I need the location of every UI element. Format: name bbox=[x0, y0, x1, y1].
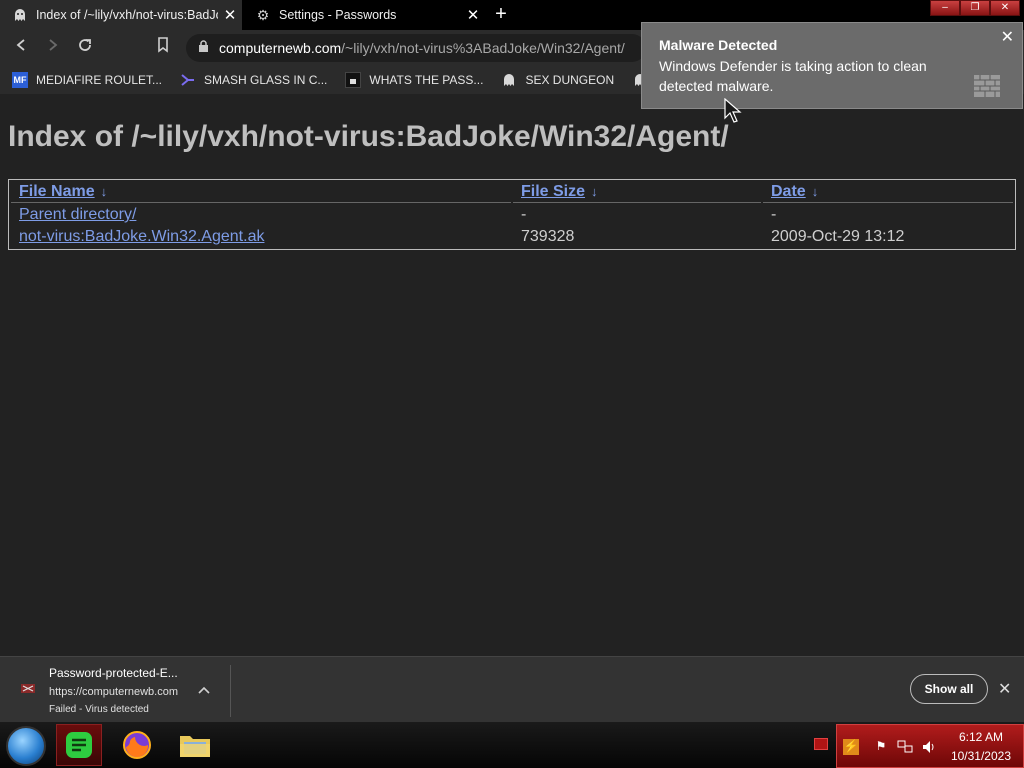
bookmark-label: WHATS THE PASS... bbox=[369, 73, 484, 87]
bookmark-item[interactable]: SMASH GLASS IN C... bbox=[180, 72, 327, 88]
file-size-cell: - bbox=[521, 206, 527, 223]
back-icon[interactable] bbox=[10, 37, 32, 59]
action-center-flag-icon[interactable]: ⚑ bbox=[873, 739, 889, 755]
ghost-icon bbox=[501, 72, 517, 88]
close-icon[interactable]: ✕ bbox=[461, 6, 485, 24]
url-host: computernewb.com bbox=[219, 40, 342, 56]
download-filename[interactable]: Password-protected-E... bbox=[49, 666, 178, 680]
mediafire-icon: MF bbox=[12, 72, 28, 88]
tab-index[interactable]: Index of /~lily/vxh/not-virus:BadJo ✕ bbox=[0, 0, 242, 30]
table-row: not-virus:BadJoke.Win32.Agent.ak 739328 … bbox=[11, 227, 1013, 247]
address-bar[interactable]: computernewb.com /~lily/vxh/not-virus%3A… bbox=[186, 34, 646, 62]
download-shelf: Password-protected-E... https://computer… bbox=[0, 656, 1024, 722]
lock-icon bbox=[345, 72, 362, 88]
file-link[interactable]: not-virus:BadJoke.Win32.Agent.ak bbox=[19, 228, 264, 245]
file-name-cell: not-virus:BadJoke.Win32.Agent.ak bbox=[11, 227, 511, 247]
sort-arrow-icon[interactable]: ↓ bbox=[591, 184, 598, 199]
gear-icon: ⚙ bbox=[256, 6, 270, 23]
mouse-cursor-icon bbox=[724, 97, 746, 124]
network-icon[interactable] bbox=[897, 739, 913, 755]
system-tray: ⚡ ⚑ 6:12 AM 10/31/2023 bbox=[836, 724, 1024, 768]
chevron-up-icon[interactable] bbox=[198, 681, 210, 697]
folder-icon[interactable] bbox=[172, 724, 218, 766]
clock-time[interactable]: 6:12 AM bbox=[959, 730, 1003, 744]
show-all-button[interactable]: Show all bbox=[910, 674, 988, 704]
malware-notification[interactable]: Malware Detected Windows Defender is tak… bbox=[641, 22, 1023, 109]
close-icon[interactable]: ✕ bbox=[218, 6, 242, 24]
bookmark-label: SEX DUNGEON bbox=[525, 73, 615, 87]
column-header[interactable]: File Name ↓ bbox=[11, 182, 511, 203]
sort-arrow-icon[interactable]: ↓ bbox=[101, 184, 108, 199]
file-size-cell: 739328 bbox=[521, 228, 575, 245]
flag-alert-icon[interactable] bbox=[814, 738, 828, 750]
file-date-cell: 2009-Oct-29 13:12 bbox=[771, 228, 905, 245]
tab-settings[interactable]: ⚙ Settings - Passwords ✕ bbox=[243, 0, 485, 30]
file-date-cell: - bbox=[771, 206, 777, 223]
bookmark-icon[interactable] bbox=[152, 37, 174, 59]
bookmark-item[interactable]: SEX DUNGEON bbox=[501, 72, 614, 88]
column-header[interactable]: Date ↓ bbox=[763, 182, 1013, 203]
download-source: https://computernewb.com bbox=[49, 686, 179, 698]
parent-directory-link[interactable]: Parent directory/ bbox=[19, 206, 136, 223]
sort-date-link[interactable]: Date bbox=[771, 183, 806, 200]
close-icon[interactable]: ✕ bbox=[1001, 27, 1014, 47]
table-header: File Name ↓ File Size ↓ Date ↓ bbox=[11, 182, 1013, 203]
notification-title: Malware Detected bbox=[659, 37, 778, 53]
taskbar: ⚡ ⚑ 6:12 AM 10/31/2023 bbox=[0, 722, 1024, 768]
forward-icon[interactable] bbox=[42, 37, 64, 59]
column-header[interactable]: File Size ↓ bbox=[513, 182, 761, 203]
clock-date[interactable]: 10/31/2023 bbox=[951, 749, 1011, 763]
new-tab-button[interactable]: + bbox=[490, 4, 512, 26]
maximize-button[interactable]: ❐ bbox=[960, 0, 990, 16]
file-listing: File Name ↓ File Size ↓ Date ↓ Parent direc… bbox=[8, 179, 1016, 250]
download-status: Failed - Virus detected bbox=[49, 704, 149, 715]
bookmark-item[interactable]: MF MEDIAFIRE ROULET... bbox=[12, 72, 162, 88]
ghost-icon bbox=[12, 7, 28, 23]
sort-arrow-icon[interactable]: ↓ bbox=[812, 184, 819, 199]
url-path: /~lily/vxh/not-virus%3ABadJoke/Win32/Age… bbox=[341, 40, 625, 56]
vs-icon bbox=[180, 72, 196, 88]
minimize-button[interactable]: – bbox=[930, 0, 960, 16]
bookmark-label: SMASH GLASS IN C... bbox=[204, 73, 328, 87]
tab-title: Settings - Passwords bbox=[279, 8, 397, 22]
notification-body: Windows Defender is taking action to cle… bbox=[659, 58, 927, 94]
reload-icon[interactable] bbox=[74, 37, 96, 59]
sort-name-link[interactable]: File Name bbox=[19, 183, 95, 200]
tab-title: Index of /~lily/vxh/not-virus:BadJo bbox=[36, 8, 218, 22]
security-icon[interactable]: ⚡ bbox=[843, 739, 859, 755]
notes-app-icon[interactable] bbox=[56, 724, 102, 766]
window-controls: – ❐ ✕ bbox=[930, 0, 1020, 16]
divider bbox=[230, 665, 231, 717]
file-icon bbox=[20, 681, 38, 695]
page-content: Index of /~lily/vxh/not-virus:BadJoke/Wi… bbox=[0, 94, 1024, 656]
close-window-button[interactable]: ✕ bbox=[990, 0, 1020, 16]
page-title: Index of /~lily/vxh/not-virus:BadJoke/Wi… bbox=[8, 120, 729, 153]
bookmark-item[interactable]: WHATS THE PASS... bbox=[345, 72, 483, 88]
defender-wall-icon bbox=[974, 75, 1000, 97]
volume-icon[interactable] bbox=[921, 739, 937, 755]
table-row: Parent directory/ - - bbox=[11, 205, 1013, 225]
file-name-cell: Parent directory/ bbox=[11, 205, 511, 225]
sort-size-link[interactable]: File Size bbox=[521, 183, 585, 200]
firefox-icon[interactable] bbox=[114, 724, 160, 766]
lock-icon[interactable] bbox=[198, 40, 209, 56]
bookmark-label: MEDIAFIRE ROULET... bbox=[36, 73, 163, 87]
start-button[interactable] bbox=[6, 726, 46, 766]
close-icon[interactable]: ✕ bbox=[998, 679, 1011, 699]
